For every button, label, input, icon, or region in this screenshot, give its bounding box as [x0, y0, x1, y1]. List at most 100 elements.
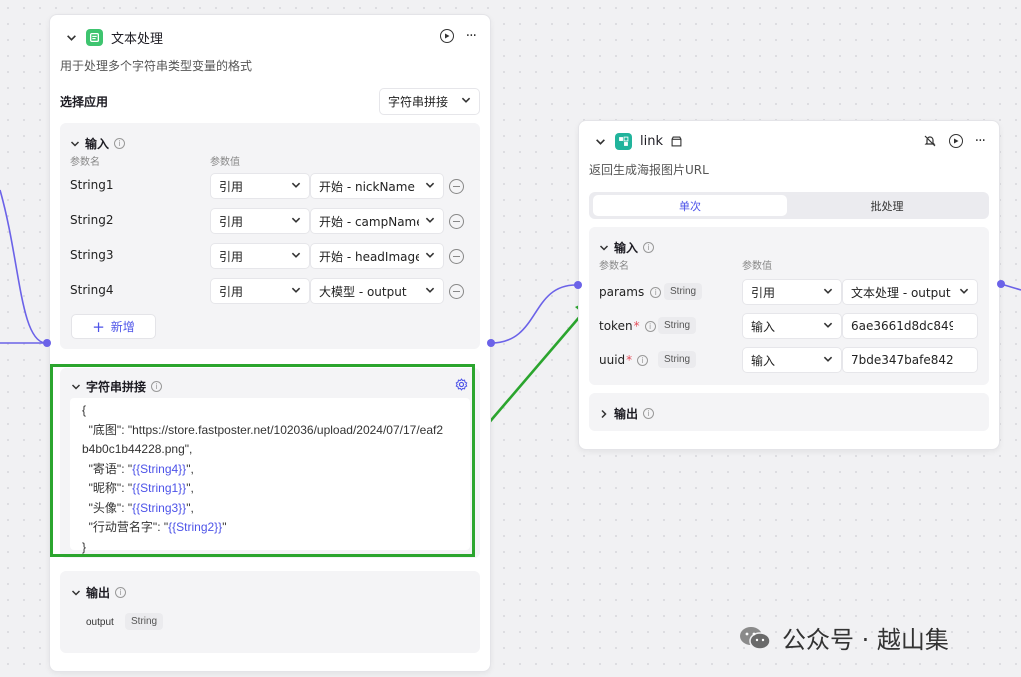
ref-value-select[interactable]: 大模型 - output	[310, 278, 444, 304]
output-section: 输出 i	[589, 393, 989, 431]
bell-off-icon[interactable]	[923, 134, 937, 148]
output-title: 输出	[614, 407, 639, 421]
value-type-select[interactable]: 输入	[742, 313, 842, 339]
input-section-header[interactable]: 输入 i	[70, 135, 126, 152]
edge-into-text-node	[0, 189, 46, 344]
value-type: 引用	[751, 285, 776, 300]
output-name: output	[86, 617, 114, 628]
link-node-output-port[interactable]	[997, 280, 1005, 288]
param-value: 文本处理 - output	[851, 285, 951, 300]
text-processing-node[interactable]: 文本处理 ··· 用于处理多个字符串类型变量的格式 选择应用 字符串拼接 输入 …	[49, 14, 491, 672]
output-title: 输出	[86, 586, 111, 600]
param-type-tag: String	[658, 317, 697, 334]
value-type-select[interactable]: 引用	[742, 279, 842, 305]
text-node-output-port[interactable]	[487, 339, 495, 347]
ref-value: 开始 - campName	[319, 214, 419, 229]
output-section-header[interactable]: 输出 i	[71, 584, 127, 601]
link-node-input-port[interactable]	[574, 281, 582, 289]
wechat-icon	[738, 624, 772, 652]
chevron-down-icon[interactable]	[64, 31, 78, 45]
param-type-tag: String	[664, 283, 703, 300]
param-name: String4	[70, 283, 114, 297]
remove-param-button[interactable]	[449, 179, 464, 194]
ref-value-select[interactable]: 文本处理 - output	[842, 279, 978, 305]
more-icon[interactable]: ···	[975, 133, 986, 149]
remove-param-button[interactable]	[449, 214, 464, 229]
ref-type-select[interactable]: 引用	[210, 278, 310, 304]
chevron-down-icon	[71, 589, 81, 596]
chevron-down-icon	[70, 140, 80, 147]
ref-value: 开始 - headImage	[319, 249, 419, 264]
app-select-value: 字符串拼接	[388, 95, 449, 109]
watermark-text: 公众号 · 越山集	[782, 626, 949, 654]
ref-type-value: 引用	[219, 214, 244, 229]
link-node[interactable]: link ··· 返回生成海报图片URL 单次 批处理 输入 i 参数名 参数值…	[578, 120, 1000, 450]
input-title: 输入	[85, 137, 110, 151]
tab-batch[interactable]: 批处理	[789, 195, 985, 216]
node-title: link	[640, 134, 663, 149]
param-name-row: uuid * i	[599, 353, 649, 367]
info-icon: i	[644, 320, 656, 332]
output-section: 输出 i output String	[60, 571, 480, 653]
chevron-down-icon[interactable]	[593, 135, 607, 149]
info-icon: i	[115, 587, 127, 598]
mode-tabs: 单次 批处理	[589, 192, 989, 219]
ref-type-select[interactable]: 引用	[210, 243, 310, 269]
chevron-down-icon	[959, 288, 969, 294]
chevron-down-icon	[599, 244, 609, 251]
required-mark: *	[626, 353, 633, 367]
node-actions: ···	[439, 28, 477, 44]
value-type-select[interactable]: 输入	[742, 347, 842, 373]
node-header: 文本处理	[64, 28, 163, 47]
col-param-value: 参数值	[742, 261, 772, 272]
chevron-down-icon	[425, 287, 435, 293]
input-section-header[interactable]: 输入 i	[599, 239, 655, 256]
tab-single[interactable]: 单次	[593, 195, 787, 216]
ref-value: 开始 - nickName	[319, 179, 415, 194]
info-icon: i	[637, 354, 649, 366]
more-icon[interactable]: ···	[466, 28, 477, 44]
param-name: params	[599, 285, 645, 299]
output-type-tag: String	[125, 613, 164, 630]
chevron-down-icon	[291, 217, 301, 223]
chevron-down-icon	[425, 217, 435, 223]
required-mark: *	[633, 319, 640, 333]
ref-value-select[interactable]: 开始 - nickName	[310, 173, 444, 199]
value-input[interactable]: 6ae3661d8dc849cf92	[842, 313, 978, 339]
app-select[interactable]: 字符串拼接	[379, 88, 480, 115]
chevron-down-icon	[291, 252, 301, 258]
node-description: 返回生成海报图片URL	[589, 163, 709, 177]
param-value: 6ae3661d8dc849cf92	[851, 319, 953, 333]
input-section: 输入 i 参数名 参数值 String1 引用 开始 - nickName St…	[60, 123, 480, 349]
output-section-header[interactable]: 输出 i	[599, 405, 655, 422]
ref-value-select[interactable]: 开始 - campName	[310, 208, 444, 234]
ref-type-value: 引用	[219, 249, 244, 264]
col-param-name: 参数名	[70, 157, 100, 168]
annotation-arrow	[486, 306, 589, 426]
run-icon[interactable]	[948, 134, 963, 148]
chevron-down-icon	[425, 182, 435, 188]
param-value: 7bde347bafe842e0	[851, 353, 953, 367]
select-app-label: 选择应用	[60, 95, 109, 109]
value-input[interactable]: 7bde347bafe842e0	[842, 347, 978, 373]
text-processing-icon	[86, 29, 103, 46]
add-param-button[interactable]: + 新增	[71, 314, 156, 339]
param-name: uuid	[599, 353, 626, 367]
chevron-down-icon	[461, 97, 471, 103]
ref-type-select[interactable]: 引用	[210, 173, 310, 199]
remove-param-button[interactable]	[449, 284, 464, 299]
remove-param-button[interactable]	[449, 249, 464, 264]
node-description: 用于处理多个字符串类型变量的格式	[60, 59, 253, 73]
chevron-down-icon	[823, 322, 833, 328]
plugin-icon	[615, 133, 632, 150]
text-node-input-port[interactable]	[43, 339, 51, 347]
run-icon[interactable]	[439, 29, 454, 43]
input-title: 输入	[614, 241, 639, 255]
value-type: 输入	[751, 319, 776, 334]
chevron-down-icon	[425, 252, 435, 258]
ref-type-value: 引用	[219, 284, 244, 299]
ref-type-select[interactable]: 引用	[210, 208, 310, 234]
chevron-down-icon	[291, 182, 301, 188]
ref-value-select[interactable]: 开始 - headImage	[310, 243, 444, 269]
col-param-value: 参数值	[210, 157, 240, 168]
